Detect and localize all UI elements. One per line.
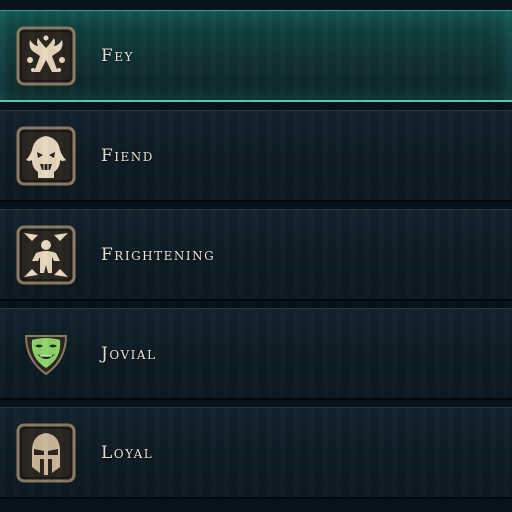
- trait-row-jovial[interactable]: Jovial: [0, 308, 512, 400]
- frightening-figure-icon: [16, 225, 76, 285]
- traits-list: Fey Fiend Frightening Jovial Loyal: [0, 0, 512, 512]
- trait-label: Fiend: [101, 145, 154, 166]
- trait-label: Fey: [101, 45, 134, 66]
- trait-label: Jovial: [101, 343, 157, 364]
- fey-antler-icon: [16, 26, 76, 86]
- trait-row-frightening[interactable]: Frightening: [0, 209, 512, 301]
- fiend-skull-icon: [16, 126, 76, 186]
- loyal-helmet-icon: [16, 423, 76, 483]
- trait-row-fey[interactable]: Fey: [0, 10, 512, 102]
- trait-label: Frightening: [101, 244, 216, 265]
- jovial-mask-icon: [16, 324, 76, 384]
- trait-label: Loyal: [101, 442, 154, 463]
- trait-row-loyal[interactable]: Loyal: [0, 407, 512, 499]
- trait-row-fiend[interactable]: Fiend: [0, 110, 512, 202]
